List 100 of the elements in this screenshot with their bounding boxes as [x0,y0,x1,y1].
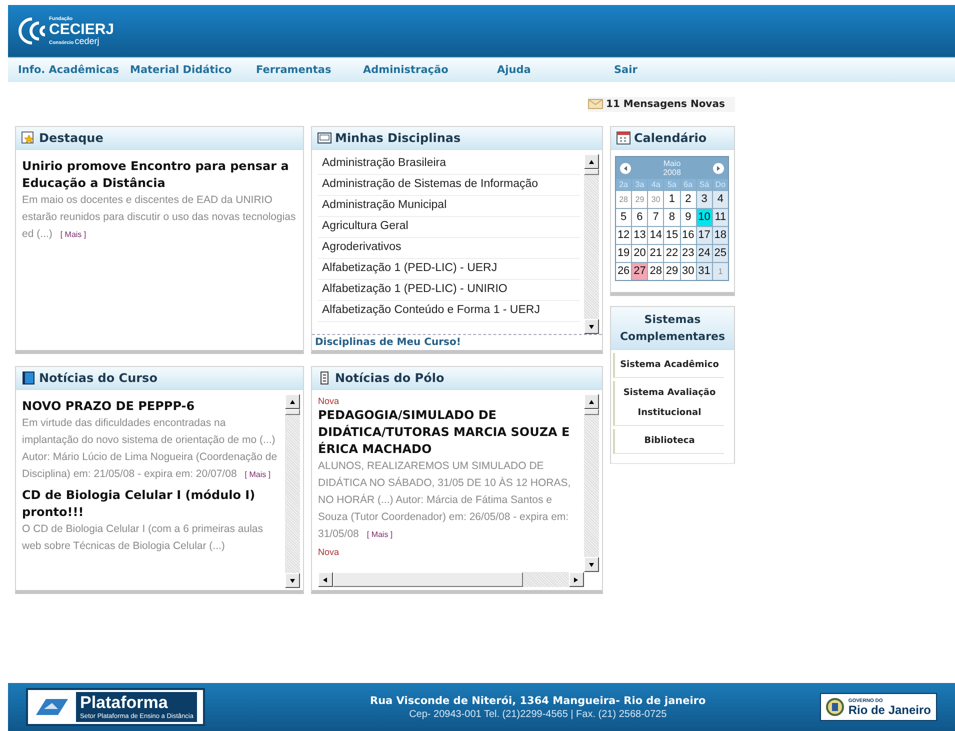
panel-title: Destaque [39,131,104,145]
next-month-icon[interactable] [712,162,724,174]
course-item[interactable]: Alfabetização 1 (PED-LIC) - UERJ [318,259,580,280]
previous-month-icon[interactable] [620,162,631,174]
course-item[interactable]: Administração de Sistemas de Informação [318,175,580,196]
scroll-up-button[interactable] [584,154,599,169]
menu-item[interactable]: Sair [614,64,674,76]
panel-title: Calendário [634,131,707,145]
scroll-right-button[interactable] [569,572,584,587]
course-item[interactable]: Administração Municipal [318,196,580,217]
calendar-day[interactable]: 23 [680,245,696,262]
menu-item[interactable]: Ajuda [497,64,614,76]
calendar-day[interactable]: 1 [664,191,680,208]
calendar-day[interactable]: 19 [616,245,632,262]
scroll-up-icon [588,158,595,164]
course-item[interactable]: Agricultura Geral [318,217,580,238]
menu-item[interactable]: Info. Acadêmicas [8,64,130,76]
calendar-day[interactable]: 3 [696,191,712,208]
calendar-day[interactable]: 18 [712,227,728,244]
calendar-day[interactable]: 28 [648,263,664,280]
calendar-day[interactable]: 10 [696,209,712,226]
logo-title: CECIERJ [49,22,114,36]
logo-subtitle: cederj [74,36,100,46]
system-link[interactable]: Biblioteca [613,429,724,454]
calendar-day[interactable]: 5 [616,209,632,226]
system-link[interactable]: Sistema Avaliação Institucional [613,381,724,426]
calendar-icon [616,131,631,145]
government-name: Rio de Janeiro [848,704,931,716]
scroll-up-icon [588,398,595,404]
scroll-down-button[interactable] [285,573,300,588]
scrollbar[interactable] [584,154,599,334]
news-summary: Em maio os docentes e discentes de EAD da UNIRIO estarão reunidos para discutir o uso das novas tecnologias ed (...) [ Mais ] [22,193,297,242]
weekday-label: Sá [696,179,712,190]
calendar-day[interactable]: 9 [680,209,696,226]
calendar-day[interactable]: 27 [632,263,648,280]
calendar-day[interactable]: 14 [648,227,664,244]
scroll-down-icon [289,578,296,584]
weekday-label: 5a [664,179,680,190]
calendar-day[interactable]: 2 [680,191,696,208]
menu-item[interactable]: Ferramentas [256,64,363,76]
scroll-down-button[interactable] [584,319,599,334]
calendar-day[interactable]: 29 [664,263,680,280]
scroll-thumb[interactable] [285,409,300,415]
course-item[interactable]: Alfabetização Conteúdo e Forma 1 - UERJ [318,301,580,322]
calendar-day[interactable]: 26 [616,263,632,280]
contact-text: Cep- 20943-001 Tel. (21)2299-4565 | Fax. (21) 2568-0725 [409,708,667,720]
news-headline[interactable]: NOVO PRAZO DE PEPPP-6 [22,398,281,415]
scrollbar[interactable] [285,394,300,588]
calendar-day[interactable]: 30 [680,263,696,280]
scrollbar[interactable] [584,394,599,572]
calendar-day[interactable]: 6 [632,209,648,226]
calendar-day[interactable]: 15 [664,227,680,244]
calendar-day[interactable]: 24 [696,245,712,262]
menu-item[interactable]: Administração [363,64,497,76]
course-item[interactable]: Alfabetização 1 (PED-LIC) - UNIRIO [318,280,580,301]
scroll-left-button[interactable] [318,572,333,587]
news-headline[interactable]: Unirio promove Encontro para pensar a Educação a Distância [22,158,300,192]
scroll-thumb[interactable] [584,409,599,415]
calendar-day[interactable]: 20 [632,245,648,262]
calendar-day[interactable]: 31 [696,263,712,280]
scroll-thumb[interactable] [584,169,599,175]
scroll-right-icon [573,576,580,582]
calendar-day[interactable]: 12 [616,227,632,244]
scroll-up-button[interactable] [285,394,300,409]
system-link[interactable]: Sistema Acadêmico [613,353,724,378]
calendar-day[interactable]: 17 [696,227,712,244]
calendar-year: 2008 [663,168,681,177]
my-course-link[interactable]: Disciplinas de Meu Curso! [312,334,602,350]
calendar-day[interactable]: 13 [632,227,648,244]
calendar-day[interactable]: 4 [712,191,728,208]
news-summary: Em virtude das dificuldades encontradas na implantação do novo sistema de orientação de mo (...) Autor: Mário Lúcio de Lima Nogueira (Coordenação de Disciplina) em: 21/05/08 - expira em: 20/07/08 [ Mais ] [22,416,278,482]
news-headline[interactable]: PEDAGOGIA/SIMULADO DE DIDÁTICA/TUTORAS MARCIA SOUZA E ÉRICA MACHADO [318,407,580,458]
logo-icon [18,17,47,45]
new-tag: Nova [318,396,580,407]
news-headline[interactable]: CD de Biologia Celular I (módulo I) pronto!!! [22,487,281,521]
news-summary: O CD de Biologia Celular I (com a 6 primeiras aulas web sobre Técnicas de Biologia Celular (...) [22,522,264,554]
scroll-down-button[interactable] [584,557,599,572]
book-icon [21,371,36,385]
calendar-day[interactable]: 11 [712,209,728,226]
calendar-day[interactable]: 21 [648,245,664,262]
more-link[interactable]: [ Mais ] [366,530,393,539]
menu-item[interactable]: Material Didático [130,64,256,76]
weekday-label: 6a [680,179,696,190]
coat-of-arms-icon [826,697,844,717]
messages-link[interactable]: 11 Mensagens Novas [588,96,735,112]
scroll-thumb[interactable] [333,572,523,587]
course-item[interactable]: Administração Brasileira [318,154,580,175]
calendar-day[interactable]: 8 [664,209,680,226]
horizontal-scrollbar[interactable] [318,572,584,587]
weekday-label: 4a [648,179,664,190]
address-text: Rua Visconde de Niterói, 1364 Mangueira- Rio de janeiro [370,694,706,708]
course-item[interactable]: Agroderivativos [318,238,580,259]
calendar-month: Maio [663,159,681,168]
calendar-day[interactable]: 7 [648,209,664,226]
more-link[interactable]: [ Mais ] [244,470,271,479]
calendar-day[interactable]: 16 [680,227,696,244]
scroll-up-button[interactable] [584,394,599,409]
calendar-day[interactable]: 25 [712,245,728,262]
more-link[interactable]: [ Mais ] [60,230,86,239]
calendar-day[interactable]: 22 [664,245,680,262]
